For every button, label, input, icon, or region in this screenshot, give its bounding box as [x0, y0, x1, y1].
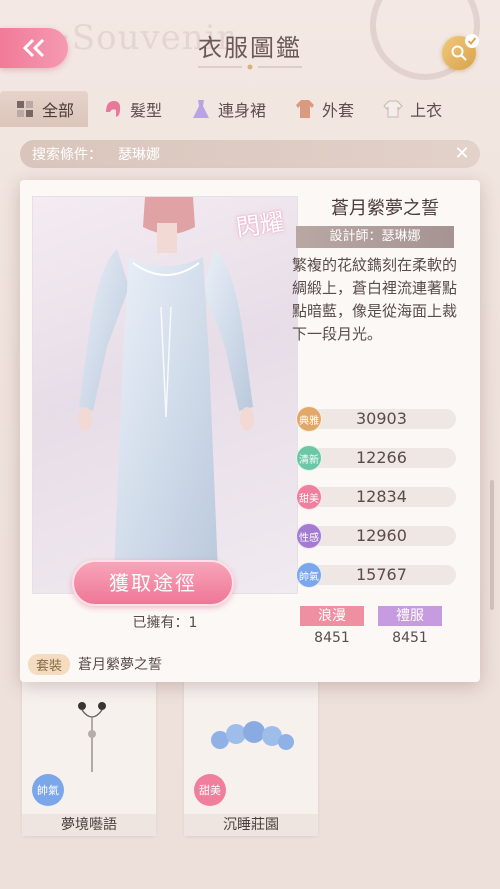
dress-illustration	[78, 197, 254, 595]
necklace-icon	[78, 702, 106, 772]
condition-label: 搜索條件：	[32, 147, 102, 163]
stat-row: 性感 12960	[296, 523, 460, 549]
rarity-badge: 閃耀	[234, 207, 286, 243]
suit-row[interactable]: 套裝 蒼月縈夢之誓	[28, 652, 162, 676]
tab-label: 連身裙	[218, 101, 267, 120]
tag-label: 禮服	[378, 606, 442, 626]
stat-value: 30903	[356, 409, 407, 428]
header: 衣服圖鑑	[0, 0, 500, 88]
attribute-badge: 甜美	[194, 774, 226, 806]
get-method-button[interactable]: 獲取途徑	[72, 560, 234, 606]
designer-label: 設計師：瑟琳娜	[296, 226, 454, 248]
condition-value: 瑟琳娜	[118, 147, 160, 163]
stat-row: 清新 12266	[296, 445, 460, 471]
page-title: 衣服圖鑑	[198, 34, 302, 62]
search-button[interactable]	[442, 34, 479, 70]
tab-all[interactable]: 全部	[0, 91, 89, 127]
grid-icon	[17, 101, 33, 117]
tab-label: 外套	[322, 101, 355, 120]
sweet-badge: 甜美	[296, 484, 322, 510]
tab-top[interactable]: 上衣	[368, 91, 456, 127]
tag-value: 8451	[314, 630, 350, 646]
tab-coat[interactable]: 外套	[280, 91, 368, 127]
check-icon	[465, 34, 479, 48]
scrollbar[interactable]	[490, 480, 494, 610]
title-ornament	[198, 64, 302, 70]
search-condition-bar: 搜索條件： 瑟琳娜 ✕	[20, 140, 480, 168]
owned-count: 已擁有：1	[132, 615, 198, 631]
suit-name: 蒼月縈夢之誓	[78, 657, 163, 673]
item-card[interactable]: 甜美 沉睡莊園	[184, 670, 318, 836]
tab-hair[interactable]: 髮型	[88, 91, 176, 127]
tag-value: 8451	[392, 630, 428, 646]
search-icon	[451, 45, 467, 61]
stats-list: 典雅 30903 清新 12266 甜美 12834 性感 12960 帥氣 1…	[296, 406, 460, 601]
style-tags: 浪漫 8451 禮服 8451	[300, 606, 460, 646]
stat-row: 典雅 30903	[296, 406, 460, 432]
attribute-badge: 帥氣	[32, 774, 64, 806]
tab-dress[interactable]: 連身裙	[176, 91, 280, 127]
stat-value: 12834	[356, 487, 407, 506]
tab-label: 上衣	[410, 101, 443, 120]
stat-value: 15767	[356, 565, 407, 584]
item-name: 沉睡莊園	[184, 814, 318, 836]
close-icon[interactable]: ✕	[452, 144, 472, 164]
stat-row: 甜美 12834	[296, 484, 460, 510]
tag-label: 浪漫	[300, 606, 364, 626]
item-detail-popup: 閃耀 獲取途徑 已擁有：1 套裝 蒼月縈夢之誓 蒼月縈夢之誓 設計師：瑟琳娜 繁…	[20, 180, 480, 682]
category-tabs: 全部 髮型 連身裙 外套 上衣	[0, 90, 500, 128]
top-icon	[383, 100, 403, 118]
suit-tag: 套裝	[28, 653, 71, 675]
hair-icon	[106, 101, 121, 117]
stat-row: 帥氣 15767	[296, 562, 460, 588]
item-description: 繁複的花紋鐫刻在柔軟的綢緞上，蒼白裡流連著點點暗藍，像是從海面上裁下一段月光。	[292, 256, 458, 343]
tag-romantic: 浪漫 8451	[300, 606, 364, 646]
item-card[interactable]: 帥氣 夢境囈語	[22, 670, 156, 836]
tab-label: 全部	[42, 101, 75, 120]
tag-formal: 禮服 8451	[378, 606, 442, 646]
item-preview: 閃耀	[32, 196, 298, 595]
item-name: 夢境囈語	[22, 814, 156, 836]
stat-value: 12960	[356, 526, 407, 545]
cool-badge: 帥氣	[296, 562, 322, 588]
rose-crown-icon	[211, 721, 294, 750]
dress-icon	[193, 100, 210, 118]
fresh-badge: 清新	[296, 445, 322, 471]
sexy-badge: 性感	[296, 523, 322, 549]
item-title: 蒼月縈夢之誓	[331, 198, 439, 219]
stat-value: 12266	[356, 448, 407, 467]
tab-label: 髮型	[130, 101, 163, 120]
coat-icon	[296, 100, 315, 118]
elegant-badge: 典雅	[296, 406, 322, 432]
